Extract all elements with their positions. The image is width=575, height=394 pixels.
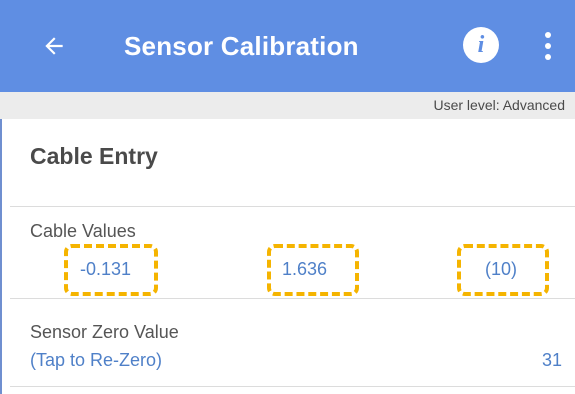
section-title: Cable Entry xyxy=(30,143,158,169)
info-icon: i xyxy=(477,32,485,58)
info-button[interactable]: i xyxy=(463,27,499,63)
more-vert-icon xyxy=(545,32,551,38)
divider xyxy=(10,206,575,207)
sensor-zero-value: 31 xyxy=(541,350,562,370)
user-level-bar: User level: Advanced xyxy=(0,92,575,119)
divider xyxy=(10,386,575,387)
re-zero-link[interactable]: (Tap to Re-Zero) xyxy=(30,350,162,371)
arrow-left-icon xyxy=(45,37,63,55)
more-options-button[interactable] xyxy=(534,28,562,64)
page-title: Sensor Calibration xyxy=(124,31,359,61)
cable-values-label: Cable Values xyxy=(30,221,136,241)
cable-value-3: (10) xyxy=(485,259,518,279)
divider xyxy=(10,298,575,299)
back-button[interactable] xyxy=(34,26,74,66)
cable-value-2: 1.636 xyxy=(282,259,328,279)
app-bar: Sensor Calibration i xyxy=(0,0,575,92)
cable-value-1: -0.131 xyxy=(80,259,132,279)
sensor-calibration-screen: Sensor Calibration i User level: Advance… xyxy=(0,0,575,394)
user-level-text: User level: Advanced xyxy=(433,97,565,113)
sensor-zero-label: Sensor Zero Value xyxy=(30,322,179,342)
